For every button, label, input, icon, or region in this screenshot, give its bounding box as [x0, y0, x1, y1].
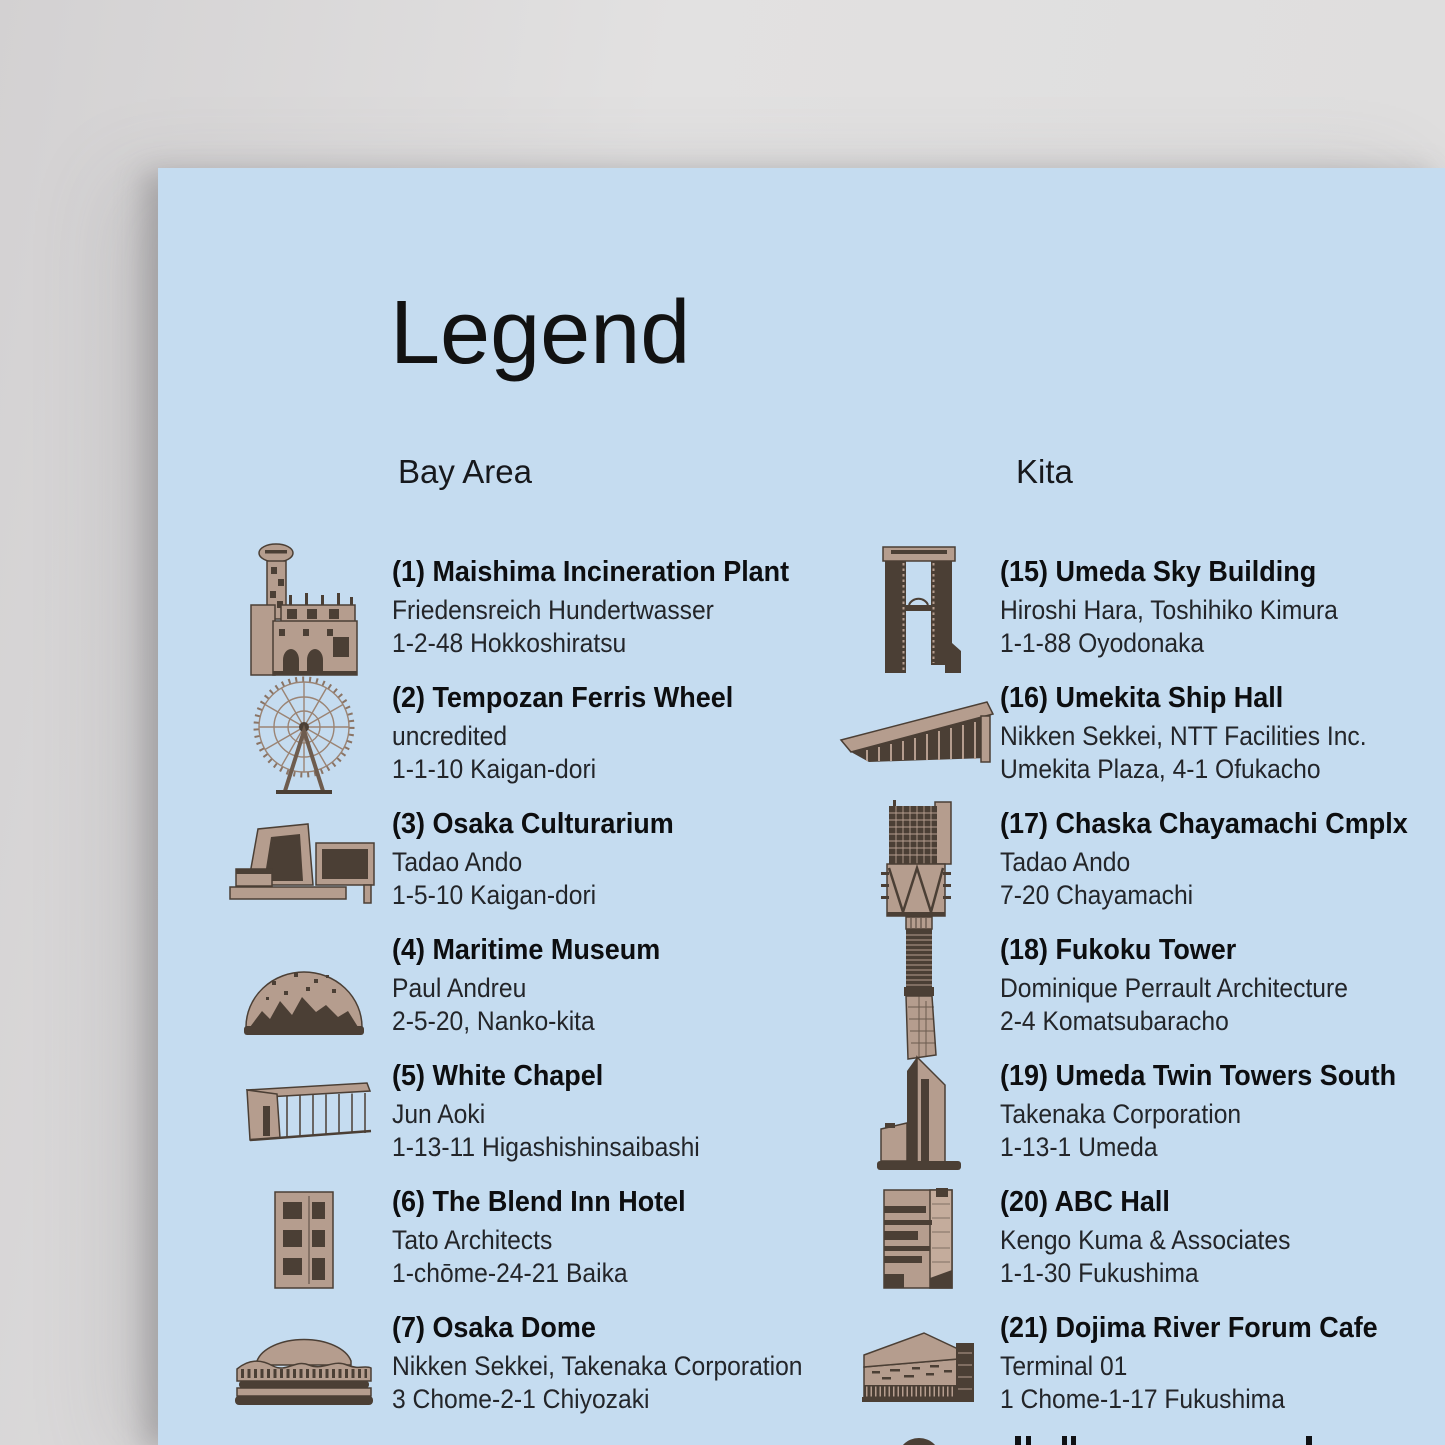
cropped-entry-title-tops	[1000, 1436, 1420, 1445]
fukoku-tower-icon	[838, 930, 1000, 1056]
legend-entry-18: (18) Fukoku Tower Dominique Perrault Arc…	[838, 930, 1445, 1056]
round-building-icon	[838, 1434, 1000, 1445]
entry-architect: Takenaka Corporation	[1000, 1098, 1396, 1131]
entry-address: 2-4 Komatsubaracho	[1000, 1005, 1348, 1038]
entry-text: (16) Umekita Ship Hall Nikken Sekkei, NT…	[1000, 678, 1367, 786]
entry-address: Umekita Plaza, 4-1 Ofukacho	[1000, 753, 1367, 786]
column-heading-bay-area: Bay Area	[398, 452, 532, 492]
abc-hall-icon	[838, 1182, 1000, 1308]
entry-title: (16) Umekita Ship Hall	[1000, 680, 1367, 717]
entry-text: (6) The Blend Inn Hotel Tato Architects …	[392, 1182, 686, 1290]
entry-architect: Kengo Kuma & Associates	[1000, 1224, 1290, 1257]
legend-entry-5: (5) White Chapel Jun Aoki 1-13-11 Higash…	[216, 1056, 861, 1182]
entry-address: 1 Chome-1-17 Fukushima	[1000, 1383, 1378, 1416]
entry-address: 1-13-11 Higashishinsaibashi	[392, 1131, 700, 1164]
entry-text: (21) Dojima River Forum Cafe Terminal 01…	[1000, 1308, 1378, 1416]
kita-column: (15) Umeda Sky Building Hiroshi Hara, To…	[838, 552, 1445, 1445]
entry-architect: Hiroshi Hara, Toshihiko Kimura	[1000, 594, 1338, 627]
entry-text: (17) Chaska Chayamachi Cmplx Tadao Ando …	[1000, 804, 1408, 912]
osaka-culturarium-icon	[216, 804, 392, 930]
entry-title: (5) White Chapel	[392, 1058, 700, 1095]
legend-entry-16: (16) Umekita Ship Hall Nikken Sekkei, NT…	[838, 678, 1445, 804]
chaska-chayamachi-complex-icon	[838, 804, 1000, 930]
entry-architect: Tadao Ando	[392, 846, 674, 879]
entry-architect: uncredited	[392, 720, 733, 753]
entry-text: (1) Maishima Incineration Plant Friedens…	[392, 552, 789, 660]
entry-title: (3) Osaka Culturarium	[392, 806, 674, 843]
entry-text: (4) Maritime Museum Paul Andreu 2-5-20, …	[392, 930, 660, 1038]
legend-entry-2: (2) Tempozan Ferris Wheel uncredited 1-1…	[216, 678, 861, 804]
entry-architect: Tadao Ando	[1000, 846, 1408, 879]
entry-address: 1-13-1 Umeda	[1000, 1131, 1396, 1164]
entry-title: (4) Maritime Museum	[392, 932, 660, 969]
entry-architect: Paul Andreu	[392, 972, 660, 1005]
entry-title: (20) ABC Hall	[1000, 1184, 1290, 1221]
entry-title: (6) The Blend Inn Hotel	[392, 1184, 686, 1221]
legend-entry-4: (4) Maritime Museum Paul Andreu 2-5-20, …	[216, 930, 861, 1056]
entry-address: 1-1-88 Oyodonaka	[1000, 627, 1338, 660]
dojima-river-forum-cafe-icon	[838, 1308, 1000, 1434]
entry-text: (19) Umeda Twin Towers South Takenaka Co…	[1000, 1056, 1396, 1164]
entry-architect: Jun Aoki	[392, 1098, 700, 1131]
legend-entry-cropped	[838, 1434, 1445, 1445]
entry-text: (2) Tempozan Ferris Wheel uncredited 1-1…	[392, 678, 733, 786]
entry-title: (15) Umeda Sky Building	[1000, 554, 1338, 591]
entry-title: (18) Fukoku Tower	[1000, 932, 1348, 969]
legend-entry-6: (6) The Blend Inn Hotel Tato Architects …	[216, 1182, 861, 1308]
legend-entry-7: (7) Osaka Dome Nikken Sekkei, Takenaka C…	[216, 1308, 861, 1434]
entry-text: (15) Umeda Sky Building Hiroshi Hara, To…	[1000, 552, 1338, 660]
entry-title: (7) Osaka Dome	[392, 1310, 803, 1347]
entry-title: (19) Umeda Twin Towers South	[1000, 1058, 1396, 1095]
entry-address: 1-1-10 Kaigan-dori	[392, 753, 733, 786]
column-heading-kita: Kita	[1016, 452, 1073, 492]
entry-address: 7-20 Chayamachi	[1000, 879, 1408, 912]
the-blend-inn-hotel-icon	[216, 1182, 392, 1308]
legend-entry-15: (15) Umeda Sky Building Hiroshi Hara, To…	[838, 552, 1445, 678]
poster-title: Legend	[390, 288, 690, 378]
legend-entry-1: (1) Maishima Incineration Plant Friedens…	[216, 552, 861, 678]
entry-architect: Friedensreich Hundertwasser	[392, 594, 789, 627]
legend-entry-20: (20) ABC Hall Kengo Kuma & Associates 1-…	[838, 1182, 1445, 1308]
umekita-ship-hall-icon	[838, 678, 1000, 804]
entry-architect: Tato Architects	[392, 1224, 686, 1257]
bay-area-column: (1) Maishima Incineration Plant Friedens…	[216, 552, 861, 1434]
entry-address: 1-chōme-24-21 Baika	[392, 1257, 686, 1290]
entry-text: (5) White Chapel Jun Aoki 1-13-11 Higash…	[392, 1056, 700, 1164]
entry-text: (20) ABC Hall Kengo Kuma & Associates 1-…	[1000, 1182, 1290, 1290]
entry-address: 1-5-10 Kaigan-dori	[392, 879, 674, 912]
white-chapel-icon	[216, 1056, 392, 1182]
entry-address: 1-2-48 Hokkoshiratsu	[392, 627, 789, 660]
entry-title: (17) Chaska Chayamachi Cmplx	[1000, 806, 1408, 843]
legend-entry-21: (21) Dojima River Forum Cafe Terminal 01…	[838, 1308, 1445, 1434]
entry-address: 3 Chome-2-1 Chiyozaki	[392, 1383, 803, 1416]
osaka-dome-icon	[216, 1308, 392, 1434]
entry-title: (21) Dojima River Forum Cafe	[1000, 1310, 1378, 1347]
legend-entry-19: (19) Umeda Twin Towers South Takenaka Co…	[838, 1056, 1445, 1182]
entry-address: 2-5-20, Nanko-kita	[392, 1005, 660, 1038]
maritime-museum-icon	[216, 930, 392, 1056]
umeda-sky-building-icon	[838, 552, 1000, 678]
legend-entry-17: (17) Chaska Chayamachi Cmplx Tadao Ando …	[838, 804, 1445, 930]
entry-text: (7) Osaka Dome Nikken Sekkei, Takenaka C…	[392, 1308, 803, 1416]
entry-title: (2) Tempozan Ferris Wheel	[392, 680, 733, 717]
entry-text: (3) Osaka Culturarium Tadao Ando 1-5-10 …	[392, 804, 674, 912]
entry-text: (18) Fukoku Tower Dominique Perrault Arc…	[1000, 930, 1348, 1038]
entry-title: (1) Maishima Incineration Plant	[392, 554, 789, 591]
entry-architect: Nikken Sekkei, NTT Facilities Inc.	[1000, 720, 1367, 753]
legend-entry-3: (3) Osaka Culturarium Tadao Ando 1-5-10 …	[216, 804, 861, 930]
maishima-incineration-plant-icon	[216, 552, 392, 678]
entry-architect: Dominique Perrault Architecture	[1000, 972, 1348, 1005]
entry-architect: Nikken Sekkei, Takenaka Corporation	[392, 1350, 803, 1383]
entry-address: 1-1-30 Fukushima	[1000, 1257, 1290, 1290]
tempozan-ferris-wheel-icon	[216, 678, 392, 804]
entry-architect: Terminal 01	[1000, 1350, 1378, 1383]
legend-poster: Legend Bay Area Kita	[158, 168, 1445, 1445]
umeda-twin-towers-south-icon	[838, 1056, 1000, 1182]
